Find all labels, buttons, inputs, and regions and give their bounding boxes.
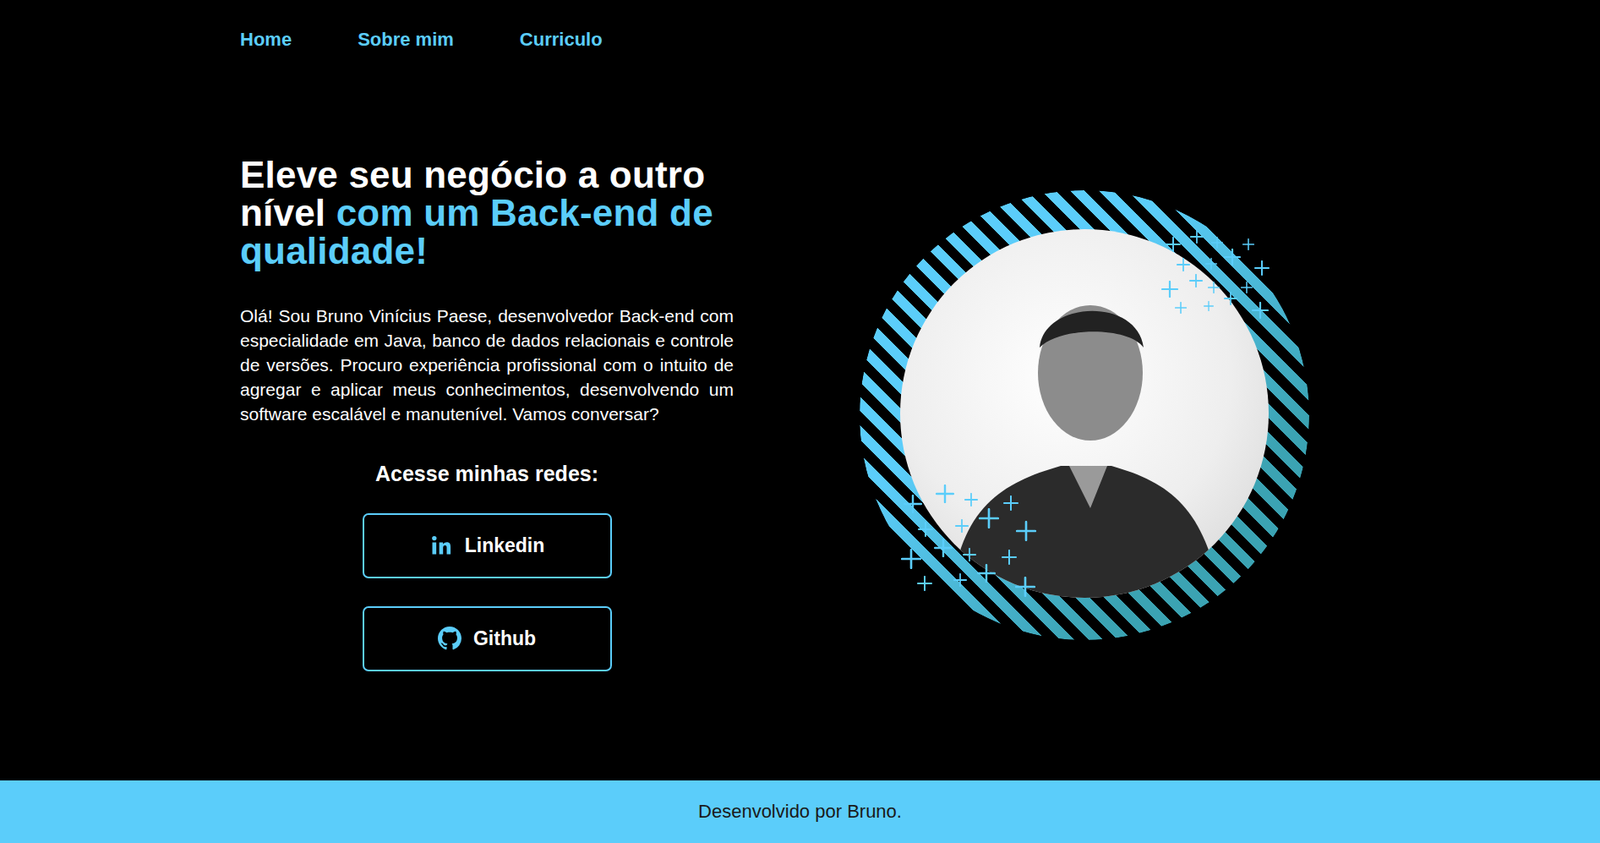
plus-icon [933,538,953,557]
plus-icon [1207,281,1220,294]
plus-icon [917,521,934,537]
plus-icon [901,548,922,569]
plus-icon [1001,549,1017,565]
plus-icon [1223,248,1241,266]
linkedin-icon [429,533,454,557]
plus-icon [1251,301,1269,319]
hero-image-area [733,176,1436,650]
plus-icon [1205,257,1218,270]
profile-figure [847,176,1322,650]
social-title: Acesse minhas redes: [240,461,734,487]
plus-icon [917,575,933,591]
plus-icon [1211,236,1224,249]
github-icon [437,626,462,650]
nav-link[interactable]: Sobre mim [357,28,454,63]
plus-icon [977,563,996,583]
top-nav: Home Sobre mim Curriculo [0,0,1600,63]
linkedin-button[interactable]: Linkedin [362,513,612,579]
plus-icon [953,573,967,587]
intro-paragraph: Olá! Sou Bruno Vinícius Paese, desenvolv… [240,303,734,426]
plus-icon [1174,301,1187,314]
plus-icon [1190,229,1204,244]
nav-link[interactable]: Home [240,28,292,63]
plus-icon [1223,291,1238,306]
plus-icon [903,494,923,514]
footer-text: Desenvolvido por Bruno. [698,800,902,823]
plus-icon [1161,280,1179,298]
plus-icon [1242,238,1255,251]
hero: Eleve seu negócio a outro nível com um B… [0,62,1600,781]
plus-icon [1189,273,1203,288]
button-label: Github [473,627,536,650]
github-button[interactable]: Github [362,606,612,672]
plus-icon [1254,260,1270,276]
nav-link[interactable]: Curriculo [519,28,603,63]
plus-icon [955,518,969,533]
plus-icon [935,484,955,503]
hero-text: Eleve seu negócio a outro nível com um B… [240,155,734,672]
plus-icon [1015,576,1036,597]
plus-icon [1176,257,1191,272]
plus-icon [1165,236,1181,252]
plus-icon [1003,495,1019,511]
plus-icon [1240,281,1253,294]
plus-icon [964,492,978,507]
hero-heading: Eleve seu negócio a outro nível com um B… [240,155,734,270]
plus-icon [962,547,977,562]
plus-icon [1015,520,1037,541]
social-buttons: Linkedin Github [240,513,734,672]
plus-icon [978,507,1000,529]
button-label: Linkedin [464,534,546,557]
footer: Desenvolvido por Bruno. [0,780,1600,843]
plus-icon [1203,300,1214,312]
